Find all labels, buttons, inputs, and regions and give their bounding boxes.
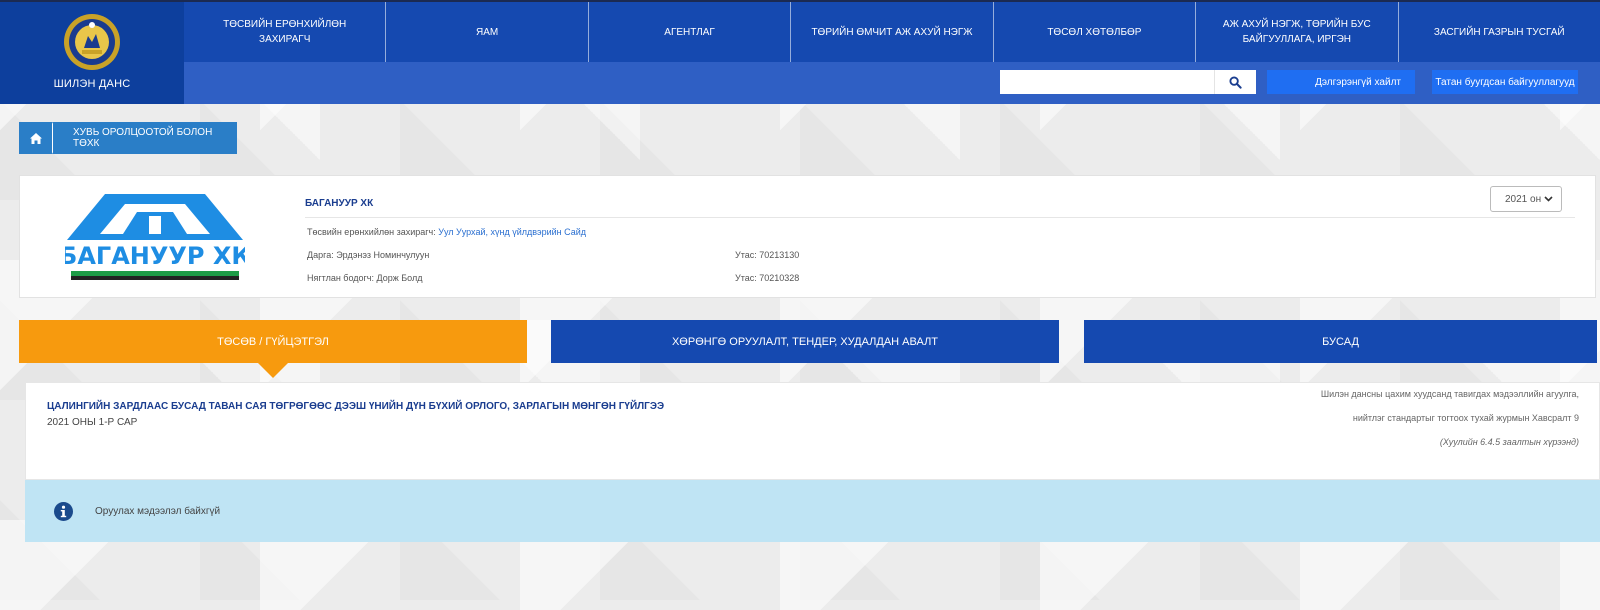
- report-note-line-1: Шилэн дансны цахим хуудсанд тавигдах мэд…: [1320, 389, 1579, 399]
- tab-other[interactable]: БУСАД: [1084, 320, 1597, 363]
- nav-item-agencies[interactable]: АГЕНТЛАГ: [589, 2, 792, 62]
- budget-manager-label: Төсвийн ерөнхийлөн захирагч:: [307, 227, 436, 237]
- year-select[interactable]: 2021 он: [1490, 186, 1562, 212]
- breadcrumb-home[interactable]: [19, 122, 63, 154]
- search-icon: [1229, 75, 1242, 89]
- main-nav: ТӨСВИЙН ЕРӨНХИЙЛӨН ЗАХИРАГЧ ЯАМ АГЕНТЛАГ…: [184, 2, 1600, 62]
- active-tab-indicator: [258, 363, 288, 378]
- search-button[interactable]: [1214, 70, 1256, 94]
- report-note-line-2: нийтлэг стандартыг тогтоох тухай журмын …: [1352, 413, 1579, 423]
- chevron-down-icon: [1544, 196, 1553, 202]
- budget-manager-row: Төсвийн ерөнхийлөн захирагч: Уул Уурхай,…: [307, 227, 586, 237]
- state-emblem-icon: [64, 14, 120, 70]
- report-note-line-3: (Хуулийн 6.4.5 заалтын хүрээнд): [1439, 437, 1579, 447]
- nav-item-state-owned[interactable]: ТӨРИЙН ӨМЧИТ АЖ АХУЙ НЭГЖ: [791, 2, 994, 62]
- search-input[interactable]: [1000, 70, 1214, 94]
- site-header: ШИЛЭН ДАНС ТӨСВИЙН ЕРӨНХИЙЛӨН ЗАХИРАГЧ Я…: [0, 2, 1600, 104]
- breadcrumb: ХУВЬ ОРОЛЦООТОЙ БОЛОН ТӨХК: [19, 122, 237, 154]
- home-icon: [30, 132, 42, 144]
- tab-investment-tender[interactable]: ХӨРӨНГӨ ОРУУЛАЛТ, ТЕНДЕР, ХУДАЛДАН АВАЛТ: [551, 320, 1059, 363]
- organization-divider: [305, 217, 1575, 218]
- organization-card: БАГАНУУР ХК БАГАНУУР ХК Төсвийн ерөнхийл…: [19, 175, 1596, 298]
- dissolved-organizations-button[interactable]: Татан буугдсан байгууллагууд: [1432, 70, 1578, 94]
- director-phone: Утас: 70213130: [735, 250, 800, 260]
- tab-budget-performance[interactable]: ТӨСӨВ / ГҮЙЦЭТГЭЛ: [19, 320, 527, 363]
- nav-item-businesses-ngos[interactable]: АЖ АХУЙ НЭГЖ, ТӨРИЙН БУС БАЙГУУЛЛАГА, ИР…: [1196, 2, 1399, 62]
- organization-name: БАГАНУУР ХК: [305, 198, 374, 209]
- organization-logo: БАГАНУУР ХК: [65, 194, 245, 280]
- breadcrumb-arrow: [53, 122, 63, 154]
- brand-title: ШИЛЭН ДАНС: [53, 78, 131, 90]
- nav-item-projects[interactable]: ТӨСӨЛ ХӨТӨЛБӨР: [994, 2, 1197, 62]
- report-title: ЦАЛИНГИЙН ЗАРДЛААС БУСАД ТАВАН САЯ ТӨГРӨ…: [47, 401, 665, 412]
- logo-text: БАГАНУУР ХК: [65, 242, 245, 270]
- accountant-phone: Утас: 70210328: [735, 273, 800, 283]
- report-period: 2021 ОНЫ 1-Р САР: [47, 417, 138, 428]
- report-header: ЦАЛИНГИЙН ЗАРДЛААС БУСАД ТАВАН САЯ ТӨГРӨ…: [25, 382, 1600, 480]
- no-data-alert: Оруулах мэдээлэл байхгүй: [25, 480, 1600, 542]
- budget-manager-link[interactable]: Уул Уурхай, хүнд үйлдвэрийн Сайд: [438, 227, 586, 237]
- nav-item-ministries[interactable]: ЯАМ: [386, 2, 589, 62]
- accountant-name: Нягтлан бодогч: Дорж Болд: [307, 273, 423, 283]
- search-bar: Дэлгэрэнгүй хайлт Татан буугдсан байгуул…: [184, 62, 1600, 104]
- nav-item-government-special[interactable]: ЗАСГИЙН ГАЗРЫН ТУСГАЙ: [1399, 2, 1600, 62]
- year-select-value: 2021 он: [1505, 193, 1542, 205]
- director-name: Дарга: Эрдэнэз Номинчулуун: [307, 250, 430, 260]
- alert-message: Оруулах мэдээлэл байхгүй: [95, 505, 221, 517]
- advanced-search-button[interactable]: Дэлгэрэнгүй хайлт: [1267, 70, 1415, 94]
- nav-item-budget-managers[interactable]: ТӨСВИЙН ЕРӨНХИЙЛӨН ЗАХИРАГЧ: [184, 2, 387, 62]
- brand-home-link[interactable]: ШИЛЭН ДАНС: [0, 2, 184, 104]
- breadcrumb-current[interactable]: ХУВЬ ОРОЛЦООТОЙ БОЛОН ТӨХК: [53, 122, 237, 154]
- info-icon: [54, 501, 73, 521]
